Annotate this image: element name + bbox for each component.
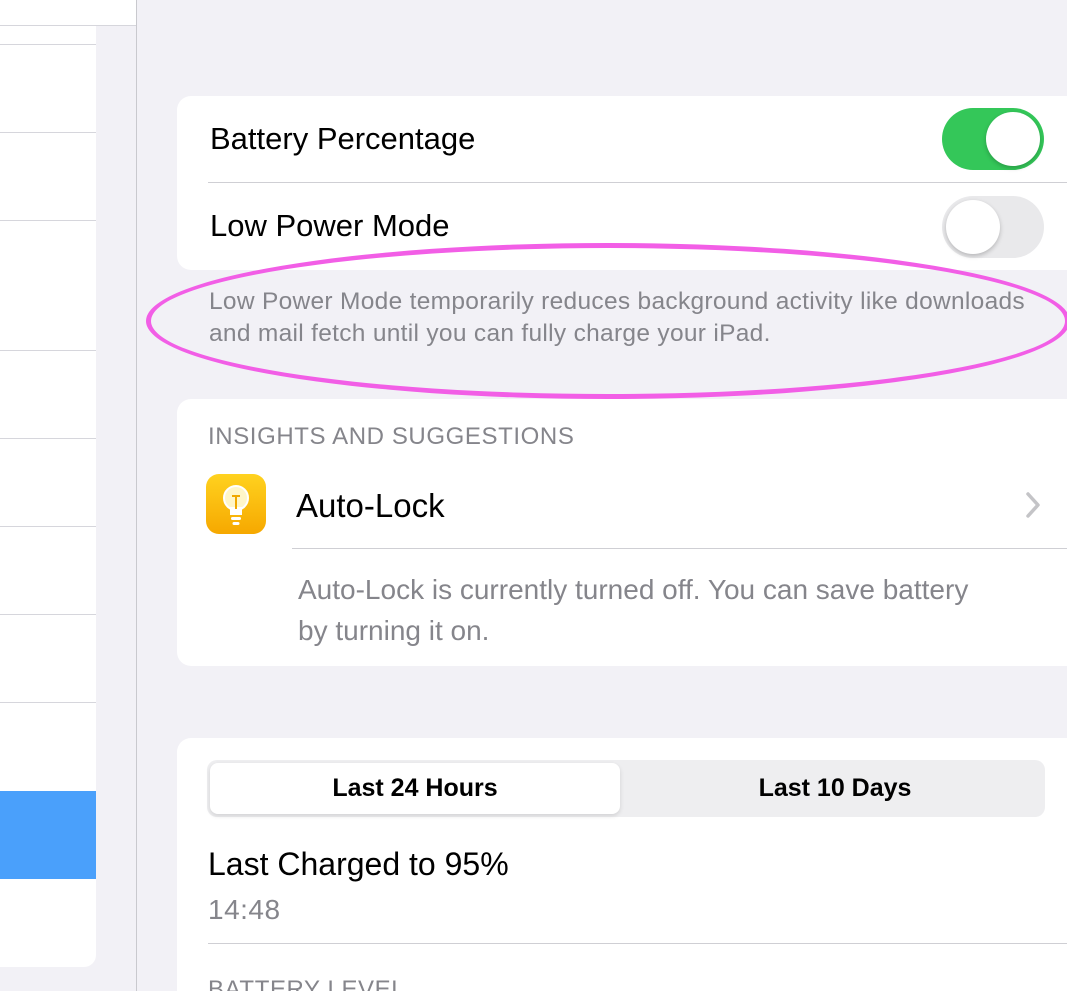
battery-settings-screen: Battery Percentage Low Power Mode Low Po… <box>0 0 1067 991</box>
insights-card: INSIGHTS AND SUGGESTIONS Auto-Lock Auto-… <box>177 399 1067 666</box>
sidebar-list <box>0 26 96 967</box>
battery-usage-card: Last 24 Hours Last 10 Days Last Charged … <box>177 738 1067 991</box>
lightbulb-icon <box>206 474 266 534</box>
auto-lock-suggestion-title[interactable]: Auto-Lock <box>296 487 445 525</box>
toggle-knob <box>946 200 1000 254</box>
row-separator <box>208 182 1067 183</box>
battery-options-card: Battery Percentage Low Power Mode <box>177 96 1067 270</box>
low-power-mode-label: Low Power Mode <box>210 208 450 243</box>
battery-percentage-toggle[interactable] <box>942 108 1044 170</box>
sidebar-item[interactable] <box>0 703 96 791</box>
sidebar-item[interactable] <box>0 45 96 132</box>
settings-sidebar <box>0 0 136 991</box>
sidebar-item[interactable] <box>0 527 96 614</box>
sidebar-item-battery-selected[interactable] <box>0 791 96 879</box>
sidebar-search-area <box>0 0 136 26</box>
chevron-right-icon[interactable] <box>1022 489 1046 521</box>
time-range-segmented-control: Last 24 Hours Last 10 Days <box>207 760 1045 817</box>
sidebar-item[interactable] <box>0 221 96 350</box>
segment-last-10-days[interactable]: Last 10 Days <box>628 763 1042 814</box>
sidebar-item[interactable] <box>0 133 96 220</box>
battery-level-section-header: BATTERY LEVEL <box>208 976 406 991</box>
sidebar-item[interactable] <box>0 879 96 967</box>
last-charged-time: 14:48 <box>208 894 281 925</box>
toggle-knob <box>986 112 1040 166</box>
sidebar-item[interactable] <box>0 439 96 526</box>
sidebar-item[interactable] <box>0 26 96 44</box>
row-separator <box>292 548 1067 549</box>
sidebar-item[interactable] <box>0 351 96 438</box>
pane-divider <box>136 0 137 991</box>
sidebar-item[interactable] <box>0 615 96 702</box>
last-charged-label: Last Charged to 95% <box>208 846 509 882</box>
row-separator <box>208 943 1067 944</box>
segment-last-24-hours[interactable]: Last 24 Hours <box>210 763 620 814</box>
insights-section-header: INSIGHTS AND SUGGESTIONS <box>208 423 575 450</box>
battery-percentage-label: Battery Percentage <box>210 121 476 156</box>
auto-lock-suggestion-description: Auto-Lock is currently turned off. You c… <box>298 574 969 646</box>
low-power-mode-toggle[interactable] <box>942 196 1044 258</box>
low-power-mode-description: Low Power Mode temporarily reduces backg… <box>209 288 1025 347</box>
